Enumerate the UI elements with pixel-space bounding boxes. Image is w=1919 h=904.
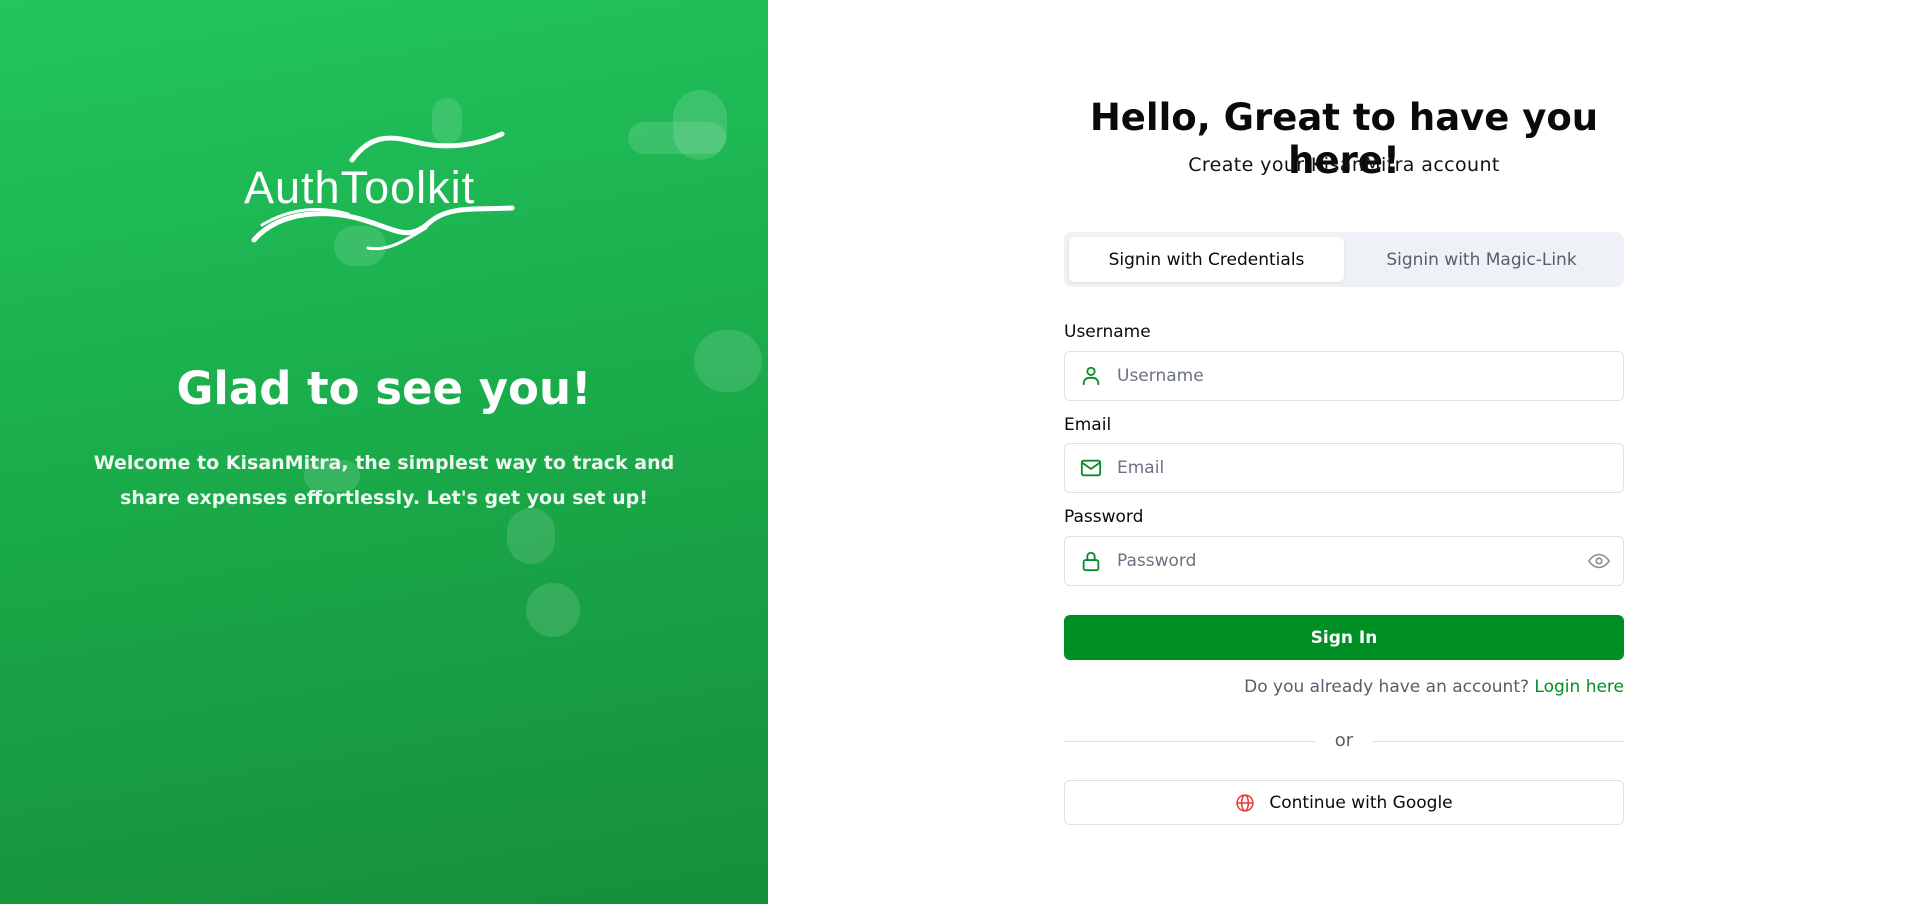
signup-panel: Hello, Great to have you here! Create yo… (768, 0, 1919, 904)
page-subtitle: Create your KisanMitra account (1188, 154, 1500, 176)
branding-panel: AuthToolkit Glad to see you! Welcome to … (0, 0, 768, 904)
signin-method-tabs: Signin with Credentials Signin with Magi… (1064, 232, 1624, 287)
username-field (1064, 351, 1624, 401)
eye-icon[interactable] (1575, 537, 1623, 585)
tab-magic-link[interactable]: Signin with Magic-Link (1344, 237, 1619, 282)
google-button-label: Continue with Google (1269, 792, 1453, 813)
or-divider: or (1064, 730, 1624, 752)
mail-icon (1065, 444, 1117, 492)
google-signin-button[interactable]: Continue with Google (1064, 780, 1624, 825)
welcome-title: Glad to see you! (176, 362, 592, 415)
logo-text: AuthToolkit (244, 162, 476, 213)
email-label: Email (1064, 415, 1112, 435)
user-icon (1065, 352, 1117, 400)
login-prompt: Do you already have an account? Login he… (1064, 677, 1624, 697)
welcome-description: Welcome to KisanMitra, the simplest way … (93, 452, 675, 509)
login-link[interactable]: Login here (1534, 677, 1624, 697)
authtoolkit-logo: AuthToolkit (240, 130, 530, 260)
password-input[interactable] (1117, 538, 1575, 584)
password-field (1064, 536, 1624, 586)
username-input[interactable] (1117, 353, 1623, 399)
decorative-bubble (526, 583, 580, 637)
decorative-bubble (673, 90, 727, 160)
password-label: Password (1064, 507, 1144, 527)
tab-credentials[interactable]: Signin with Credentials (1069, 237, 1344, 282)
username-label: Username (1064, 322, 1151, 342)
divider-line-right (1372, 741, 1624, 742)
lock-icon (1065, 537, 1117, 585)
globe-icon (1235, 793, 1255, 813)
sign-in-button[interactable]: Sign In (1064, 615, 1624, 660)
email-field (1064, 443, 1624, 493)
login-prompt-text: Do you already have an account? (1244, 677, 1530, 697)
decorative-bubble (507, 508, 555, 564)
email-input[interactable] (1117, 445, 1623, 491)
